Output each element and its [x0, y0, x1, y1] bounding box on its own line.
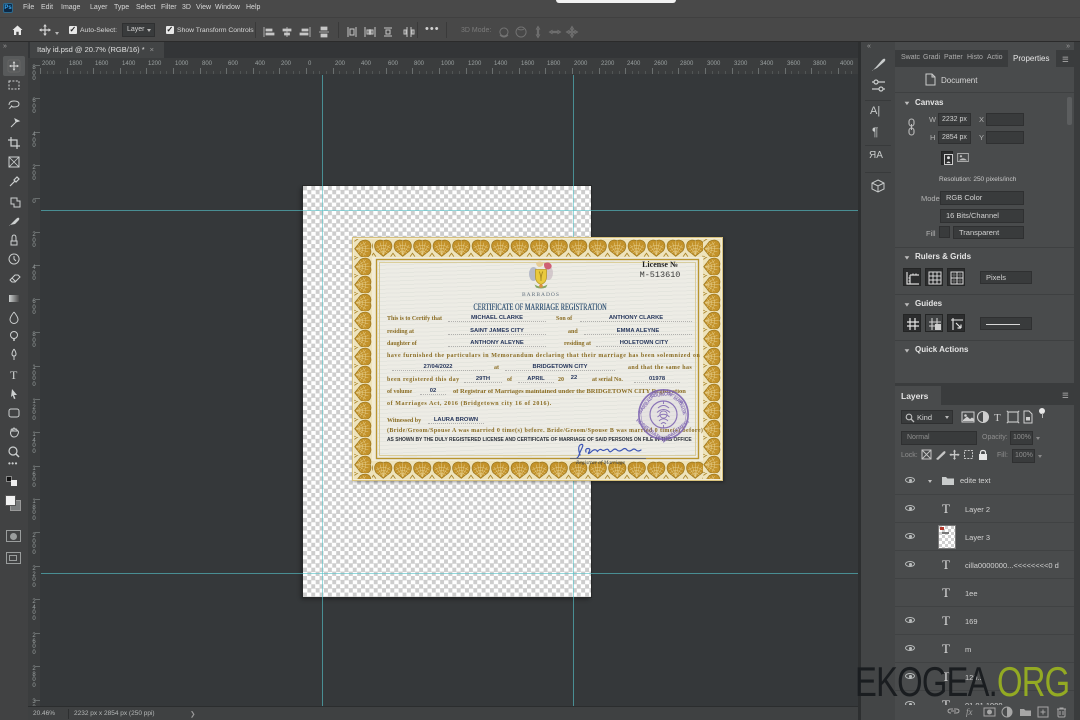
svg-text:T: T [994, 412, 1001, 424]
svg-text:fx: fx [966, 707, 973, 717]
svg-text:T: T [10, 368, 18, 382]
